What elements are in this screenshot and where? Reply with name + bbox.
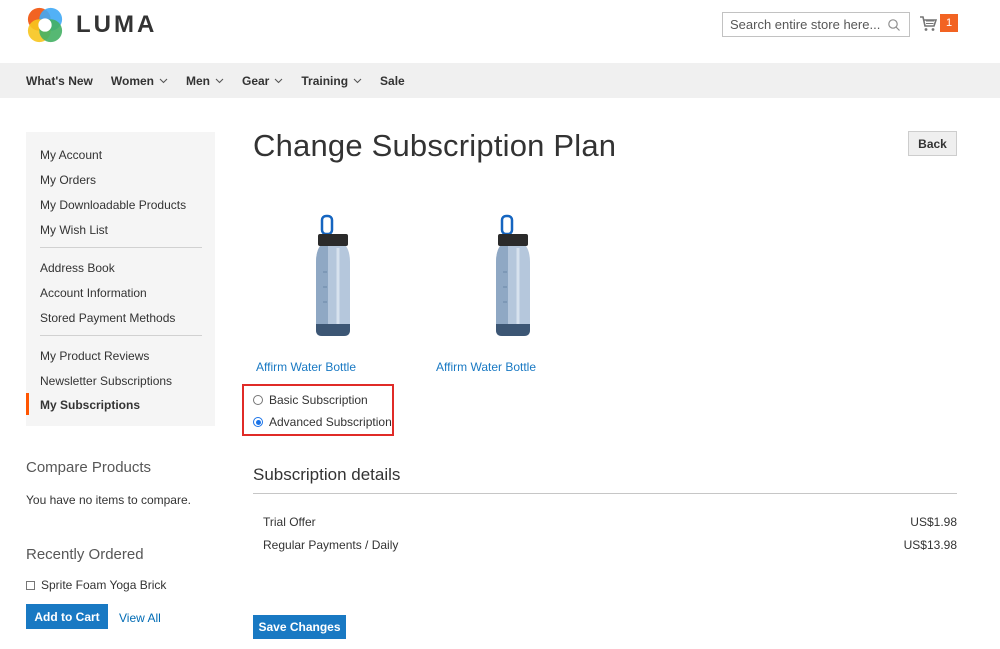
chevron-down-icon: [353, 78, 362, 83]
sidebar-item-wish-list[interactable]: My Wish List: [40, 223, 108, 237]
nav-item-gear[interactable]: Gear: [242, 74, 283, 88]
search-box[interactable]: [722, 12, 910, 37]
recently-ordered-title: Recently Ordered: [26, 546, 144, 563]
sidebar-item-account-information[interactable]: Account Information: [40, 286, 147, 300]
cart-count-badge[interactable]: 1: [940, 14, 958, 32]
nav-label: Men: [186, 73, 210, 88]
back-button[interactable]: Back: [908, 131, 957, 156]
water-bottle-image[interactable]: [308, 212, 358, 340]
compare-products-title: Compare Products: [26, 459, 152, 476]
nav-item-women[interactable]: Women: [111, 74, 168, 88]
product-name-link[interactable]: Affirm Water Bottle: [436, 360, 536, 374]
nav-label: What's New: [26, 73, 93, 88]
sidebar-item-stored-payment-methods[interactable]: Stored Payment Methods: [40, 311, 175, 325]
detail-value: US$13.98: [903, 538, 957, 552]
nav-item-sale[interactable]: Sale: [380, 74, 405, 88]
main-navigation: What's New Women Men Gear Training Sale: [0, 63, 1000, 98]
chevron-down-icon: [159, 78, 168, 83]
active-item-marker: [26, 393, 29, 415]
brand-name: LUMA: [76, 11, 158, 38]
radio-button-selected[interactable]: [253, 417, 263, 427]
sidebar-item-address-book[interactable]: Address Book: [40, 261, 115, 275]
nav-item-training[interactable]: Training: [301, 74, 362, 88]
minicart[interactable]: 1: [919, 14, 958, 32]
product-name-link[interactable]: Affirm Water Bottle: [256, 360, 356, 374]
recently-ordered-item: Sprite Foam Yoga Brick: [26, 578, 166, 592]
detail-label: Trial Offer: [263, 515, 316, 529]
water-bottle-image[interactable]: [488, 212, 538, 340]
view-all-link[interactable]: View All: [119, 611, 161, 625]
plan-label[interactable]: Advanced Subscription: [269, 415, 392, 429]
plan-option-basic[interactable]: Basic Subscription: [253, 393, 368, 407]
luma-logo[interactable]: LUMA: [26, 6, 157, 44]
recently-ordered-checkbox[interactable]: [26, 580, 35, 590]
chevron-down-icon: [215, 78, 224, 83]
nav-label: Sale: [380, 73, 405, 88]
luma-logo-icon: [27, 7, 63, 43]
compare-empty-text: You have no items to compare.: [26, 493, 191, 507]
nav-label: Women: [110, 73, 154, 88]
section-divider: [253, 493, 957, 494]
save-changes-button[interactable]: Save Changes: [253, 615, 346, 639]
cart-icon[interactable]: [919, 15, 937, 32]
subscription-details-title: Subscription details: [253, 465, 401, 484]
nav-item-whats-new[interactable]: What's New: [26, 74, 93, 88]
sidebar-item-my-subscriptions[interactable]: My Subscriptions: [40, 398, 140, 412]
radio-button[interactable]: [253, 395, 263, 405]
sidebar-divider: [40, 247, 202, 248]
detail-value: US$1.98: [910, 515, 957, 529]
nav-label: Gear: [242, 73, 270, 88]
sidebar-item-my-orders[interactable]: My Orders: [40, 173, 96, 187]
search-icon[interactable]: [887, 18, 901, 32]
nav-item-men[interactable]: Men: [186, 74, 224, 88]
search-input[interactable]: [730, 17, 880, 32]
plan-option-advanced[interactable]: Advanced Subscription: [253, 415, 392, 429]
recently-ordered-item-name[interactable]: Sprite Foam Yoga Brick: [41, 578, 166, 592]
header: LUMA 1: [0, 0, 1000, 63]
add-to-cart-button[interactable]: Add to Cart: [26, 604, 108, 629]
chevron-down-icon: [274, 78, 283, 83]
plan-label[interactable]: Basic Subscription: [269, 393, 368, 407]
page-title: Change Subscription Plan: [253, 128, 617, 163]
nav-label: Training: [301, 73, 349, 88]
sidebar-item-my-account[interactable]: My Account: [40, 148, 102, 162]
sidebar-item-newsletter-subscriptions[interactable]: Newsletter Subscriptions: [40, 374, 172, 388]
sidebar-item-downloadable-products[interactable]: My Downloadable Products: [40, 198, 186, 212]
sidebar-divider: [40, 335, 202, 336]
detail-label: Regular Payments / Daily: [263, 538, 399, 552]
sidebar-item-product-reviews[interactable]: My Product Reviews: [40, 349, 149, 363]
